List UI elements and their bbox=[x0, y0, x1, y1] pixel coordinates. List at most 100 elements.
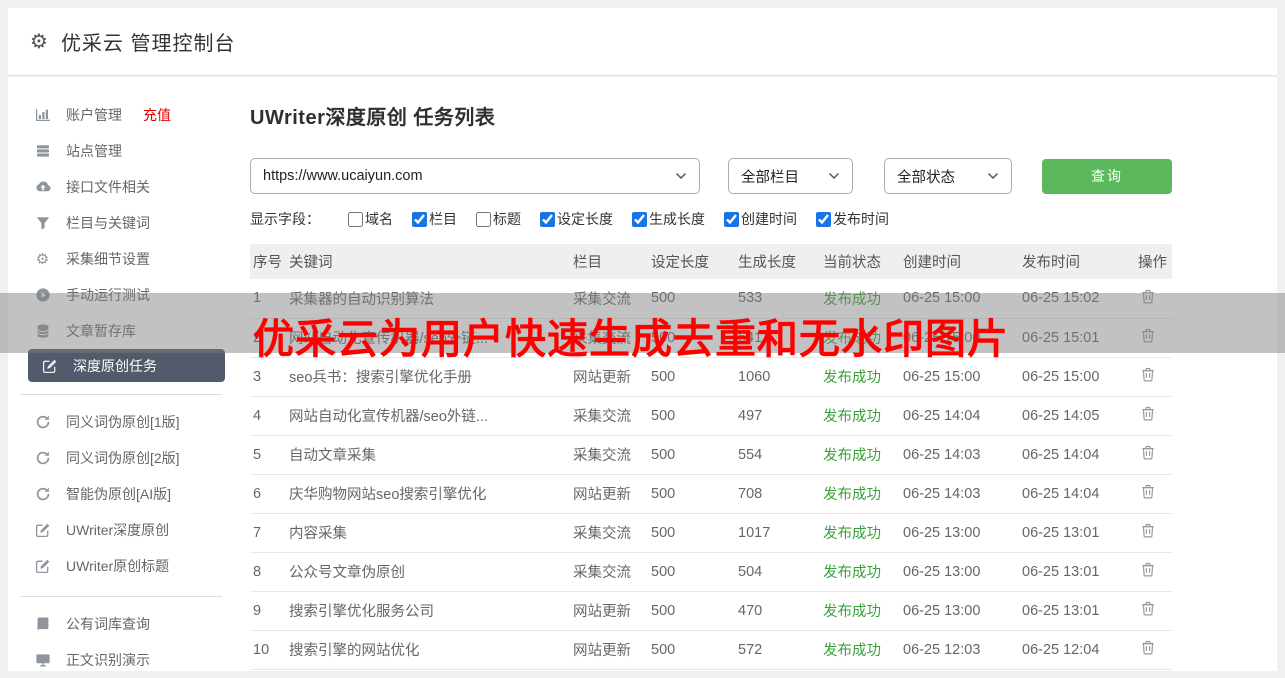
cell-index: 10 bbox=[250, 630, 286, 669]
delete-button[interactable] bbox=[1140, 327, 1156, 344]
sidebar-item-label: 站点管理 bbox=[66, 141, 122, 161]
sidebar-item-synonym-v1[interactable]: 同义词伪原创[1版] bbox=[8, 404, 238, 440]
sidebar-item-article-cache[interactable]: 文章暂存库 bbox=[8, 313, 238, 349]
table-row: 3 seo兵书：搜索引擎优化手册 网站更新 500 1060 发布成功 06-2… bbox=[250, 357, 1172, 396]
site-select[interactable]: https://www.ucaiyun.com bbox=[250, 158, 700, 194]
col-header-actions: 操作 bbox=[1135, 244, 1172, 279]
cell-status: 发布成功 bbox=[820, 513, 900, 552]
delete-button[interactable] bbox=[1140, 561, 1156, 578]
chevron-down-icon bbox=[828, 172, 840, 180]
cell-keyword: 网站自动化宣传机器/seo外链... bbox=[286, 318, 570, 357]
cell-set-length: 500 bbox=[648, 396, 735, 435]
created-checkbox[interactable] bbox=[724, 212, 739, 227]
bar-chart-icon bbox=[34, 107, 51, 124]
cell-created: 06-25 15:00 bbox=[900, 318, 1019, 357]
sidebar-item-account[interactable]: 账户管理 充值 bbox=[8, 97, 238, 133]
cell-set-length: 500 bbox=[648, 513, 735, 552]
cell-published: 06-25 15:00 bbox=[1019, 357, 1135, 396]
sidebar-item-public-thesaurus[interactable]: 公有词库查询 bbox=[8, 606, 238, 642]
cell-column: 采集交流 bbox=[570, 513, 648, 552]
task-table: 序号 关键词 栏目 设定长度 生成长度 当前状态 创建时间 发布时间 操作 1 … bbox=[250, 244, 1172, 670]
title-checkbox[interactable] bbox=[476, 212, 491, 227]
status-select[interactable]: 全部状态 bbox=[884, 158, 1012, 194]
delete-button[interactable] bbox=[1140, 639, 1156, 656]
delete-button[interactable] bbox=[1140, 366, 1156, 383]
status-badge: 发布成功 bbox=[823, 292, 881, 308]
cell-created: 06-25 13:00 bbox=[900, 513, 1019, 552]
delete-button[interactable] bbox=[1140, 288, 1156, 305]
field-option-label: 发布时间 bbox=[833, 209, 889, 229]
cell-published: 06-25 15:01 bbox=[1019, 318, 1135, 357]
field-option-domain: 域名 bbox=[348, 209, 393, 229]
delete-button[interactable] bbox=[1140, 405, 1156, 422]
cell-column: 网站更新 bbox=[570, 474, 648, 513]
cell-keyword: 网站自动化宣传机器/seo外链... bbox=[286, 396, 570, 435]
sidebar-item-label: 接口文件相关 bbox=[66, 177, 150, 197]
sidebar-item-manual-test[interactable]: 手动运行测试 bbox=[8, 277, 238, 313]
field-option-created: 创建时间 bbox=[724, 209, 797, 229]
cell-set-length: 500 bbox=[648, 357, 735, 396]
sidebar-item-uwriter-title[interactable]: UWriter原创标题 bbox=[8, 548, 238, 584]
filter-icon bbox=[34, 215, 51, 232]
published-checkbox[interactable] bbox=[816, 212, 831, 227]
cell-keyword: 搜索引擎优化服务公司 bbox=[286, 591, 570, 630]
delete-button[interactable] bbox=[1140, 483, 1156, 500]
recharge-badge[interactable]: 充值 bbox=[143, 105, 171, 125]
delete-button[interactable] bbox=[1140, 444, 1156, 461]
sidebar-item-sites[interactable]: 站点管理 bbox=[8, 133, 238, 169]
monitor-icon bbox=[34, 652, 51, 669]
cell-gen-length: 1017 bbox=[735, 513, 820, 552]
sidebar-item-label: 手动运行测试 bbox=[66, 285, 150, 305]
server-icon bbox=[34, 143, 51, 160]
cell-actions bbox=[1135, 474, 1172, 513]
cell-set-length: 500 bbox=[648, 591, 735, 630]
table-row: 5 自动文章采集 采集交流 500 554 发布成功 06-25 14:03 0… bbox=[250, 435, 1172, 474]
cell-status: 发布成功 bbox=[820, 318, 900, 357]
delete-button[interactable] bbox=[1140, 522, 1156, 539]
set-length-checkbox[interactable] bbox=[540, 212, 555, 227]
status-badge: 发布成功 bbox=[823, 643, 881, 659]
cell-column: 采集交流 bbox=[570, 396, 648, 435]
cell-created: 06-25 12:03 bbox=[900, 630, 1019, 669]
gear-icon: ⚙ bbox=[30, 32, 48, 52]
cell-gen-length: 641 bbox=[735, 318, 820, 357]
cell-gen-length: 1060 bbox=[735, 357, 820, 396]
sidebar-item-content-recognition[interactable]: 正文识别演示 bbox=[8, 642, 238, 678]
sidebar-item-label: 深度原创任务 bbox=[73, 356, 157, 376]
gen-length-checkbox[interactable] bbox=[632, 212, 647, 227]
cell-index: 1 bbox=[250, 279, 286, 318]
field-option-set-length: 设定长度 bbox=[540, 209, 613, 229]
sidebar-item-collect-settings[interactable]: ⚙ 采集细节设置 bbox=[8, 241, 238, 277]
play-circle-icon bbox=[34, 287, 51, 304]
query-button[interactable]: 查询 bbox=[1042, 159, 1172, 194]
domain-checkbox[interactable] bbox=[348, 212, 363, 227]
cell-published: 06-25 12:04 bbox=[1019, 630, 1135, 669]
table-header-row: 序号 关键词 栏目 设定长度 生成长度 当前状态 创建时间 发布时间 操作 bbox=[250, 244, 1172, 279]
cell-created: 06-25 13:00 bbox=[900, 552, 1019, 591]
field-option-column: 栏目 bbox=[412, 209, 457, 229]
sidebar-item-uwriter-deep[interactable]: UWriter深度原创 bbox=[8, 512, 238, 548]
sidebar-item-smart-ai[interactable]: 智能伪原创[AI版] bbox=[8, 476, 238, 512]
status-badge: 发布成功 bbox=[823, 526, 881, 542]
table-row: 10 搜索引擎的网站优化 网站更新 500 572 发布成功 06-25 12:… bbox=[250, 630, 1172, 669]
main-content: UWriter深度原创 任务列表 https://www.ucaiyun.com… bbox=[250, 77, 1172, 670]
sidebar-item-deep-original-tasks[interactable]: 深度原创任务 bbox=[28, 349, 225, 382]
refresh-icon bbox=[34, 414, 51, 431]
column-checkbox[interactable] bbox=[412, 212, 427, 227]
sidebar-item-interface-files[interactable]: 接口文件相关 bbox=[8, 169, 238, 205]
status-badge: 发布成功 bbox=[823, 370, 881, 386]
cell-gen-length: 470 bbox=[735, 591, 820, 630]
sidebar-item-label: UWriter原创标题 bbox=[66, 556, 169, 576]
app-title: 优采云 管理控制台 bbox=[61, 27, 236, 56]
cell-actions bbox=[1135, 318, 1172, 357]
cell-set-length: 500 bbox=[648, 552, 735, 591]
table-row: 1 采集器的自动识别算法 采集交流 500 533 发布成功 06-25 15:… bbox=[250, 279, 1172, 318]
sidebar-item-columns-keywords[interactable]: 栏目与关键词 bbox=[8, 205, 238, 241]
column-select[interactable]: 全部栏目 bbox=[728, 158, 853, 194]
sidebar-item-synonym-v2[interactable]: 同义词伪原创[2版] bbox=[8, 440, 238, 476]
cell-published: 06-25 13:01 bbox=[1019, 591, 1135, 630]
sidebar-divider bbox=[20, 596, 222, 597]
col-header-column: 栏目 bbox=[570, 244, 648, 279]
delete-button[interactable] bbox=[1140, 600, 1156, 617]
field-option-title: 标题 bbox=[476, 209, 521, 229]
